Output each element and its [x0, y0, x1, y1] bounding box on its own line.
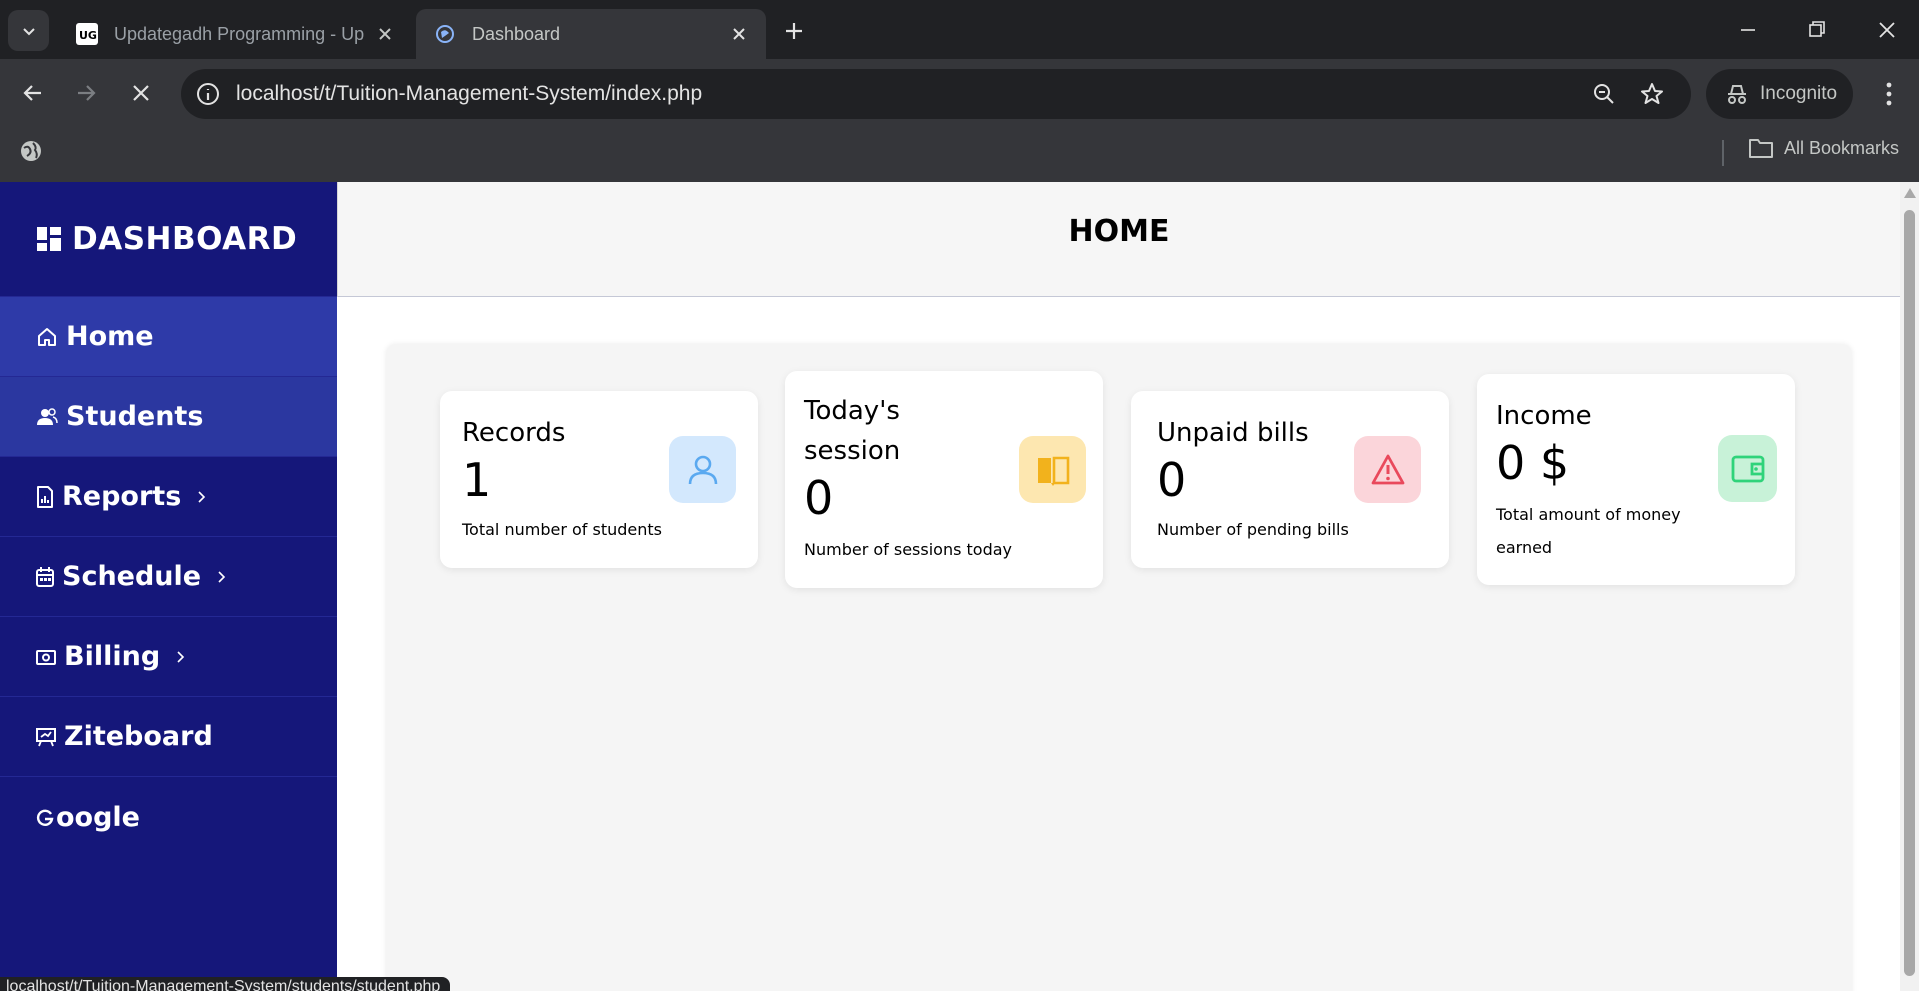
updategadh-favicon: UG	[76, 23, 98, 45]
card-title: Today's session	[804, 396, 901, 466]
card-description: Number of sessions today	[804, 540, 1013, 559]
sidebar-item-label: Billing	[64, 641, 161, 672]
forward-arrow-icon[interactable]	[72, 79, 100, 107]
close-tab-icon[interactable]	[376, 25, 394, 43]
scrollbar-thumb[interactable]	[1904, 210, 1915, 976]
folder-icon	[1749, 139, 1773, 158]
globe-icon[interactable]	[18, 138, 44, 164]
back-arrow-icon[interactable]	[19, 79, 47, 107]
sidebar-item-label: Schedule	[62, 561, 202, 592]
card-description: Number of pending bills	[1157, 520, 1349, 539]
tab-title: Updategadh Programming - Up	[114, 23, 365, 44]
all-bookmarks-label: All Bookmarks	[1784, 137, 1900, 158]
stats-panel: Records 1 Total number of students Today…	[386, 344, 1852, 991]
card-value: 0 $	[1496, 436, 1570, 490]
incognito-button[interactable]: Incognito	[1706, 69, 1853, 119]
page-viewport: DASHBOARD Home Students Reports Schedule…	[0, 182, 1919, 991]
sidebar-item-label: Students	[66, 401, 204, 432]
bookmarks-bar	[0, 129, 1919, 182]
restore-icon[interactable]	[1803, 16, 1831, 44]
money-icon	[36, 649, 56, 665]
minimize-icon[interactable]	[1734, 16, 1762, 44]
sidebar-item-schedule[interactable]: Schedule	[0, 537, 337, 617]
card-value: 0	[1157, 453, 1187, 507]
sidebar-item-students[interactable]: Students	[0, 377, 337, 457]
svg-text:UG: UG	[79, 29, 97, 42]
sidebar-item-label: Ziteboard	[64, 721, 213, 752]
incognito-icon	[1728, 85, 1746, 104]
site-info-icon[interactable]	[195, 81, 221, 107]
incognito-label: Incognito	[1760, 83, 1838, 104]
tab-title: Dashboard	[472, 23, 561, 44]
tab-updategadh[interactable]: UG Updategadh Programming - Up	[58, 9, 412, 59]
report-icon	[37, 485, 53, 508]
sidebar-item-google[interactable]: oogle	[0, 777, 337, 857]
zoom-icon[interactable]	[1591, 81, 1617, 107]
card-description: Total amount of money earned	[1496, 505, 1681, 557]
scroll-up-arrow-icon[interactable]	[1904, 188, 1916, 198]
stat-card-records[interactable]: Records 1 Total number of students	[440, 391, 758, 568]
url-text[interactable]: localhost/t/Tuition-Management-System/in…	[236, 82, 702, 106]
bookmarks-separator	[1722, 140, 1724, 166]
sidebar-item-billing[interactable]: Billing	[0, 617, 337, 697]
new-tab-icon[interactable]	[783, 20, 805, 42]
card-description: Total number of students	[462, 520, 662, 539]
sidebar-item-home[interactable]: Home	[0, 297, 337, 377]
users-icon	[37, 407, 58, 425]
calendar-icon	[36, 566, 54, 587]
book-icon	[1037, 456, 1069, 486]
card-title: Unpaid bills	[1157, 418, 1309, 448]
sidebar-item-label: Reports	[62, 481, 182, 512]
card-icon-badge	[1354, 436, 1421, 503]
sidebar-item-label: oogle	[56, 801, 140, 833]
page-title: HOME	[1068, 214, 1170, 249]
google-icon	[36, 809, 54, 826]
more-options-icon[interactable]	[1876, 79, 1902, 109]
address-bar[interactable]: localhost/t/Tuition-Management-System/in…	[181, 69, 1691, 119]
card-value: 1	[462, 453, 492, 507]
sidebar-item-reports[interactable]: Reports	[0, 457, 337, 537]
stat-card-income[interactable]: Income 0 $ Total amount of money earned	[1477, 374, 1795, 585]
tab-dashboard[interactable]: Dashboard	[416, 9, 766, 59]
close-tab-icon[interactable]	[730, 25, 748, 43]
sidebar-item-ziteboard[interactable]: Ziteboard	[0, 697, 337, 777]
stat-card-session[interactable]: Today's session 0 Number of sessions tod…	[785, 371, 1103, 588]
sidebar: DASHBOARD Home Students Reports Schedule…	[0, 182, 337, 991]
sidebar-item-label: Home	[66, 321, 154, 352]
status-url: localhost/t/Tuition-Management-System/st…	[6, 978, 441, 991]
warning-icon	[1371, 454, 1404, 484]
browser-toolbar: localhost/t/Tuition-Management-System/in…	[0, 59, 1919, 129]
user-icon	[688, 455, 717, 484]
chevron-right-icon	[218, 570, 226, 583]
tab-strip: UG Updategadh Programming - Up Dashboard	[0, 0, 1919, 59]
card-icon-badge	[1019, 436, 1086, 503]
tab-search-button[interactable]	[8, 10, 49, 51]
all-bookmarks-button[interactable]: All Bookmarks	[1748, 136, 1899, 160]
card-title: Records	[462, 418, 566, 448]
wallet-icon	[1731, 455, 1764, 482]
page-header: HOME	[337, 182, 1900, 297]
page-scrollbar[interactable]	[1900, 182, 1919, 991]
chevron-right-icon	[177, 650, 185, 663]
sidebar-brand[interactable]: DASHBOARD	[0, 182, 337, 297]
bookmark-star-icon[interactable]	[1639, 81, 1665, 107]
loading-globe-icon	[434, 23, 456, 45]
card-icon-badge	[1718, 435, 1777, 502]
home-icon	[38, 327, 56, 346]
card-title: Income	[1496, 401, 1592, 431]
card-value: 0	[804, 471, 834, 525]
chevron-down-icon	[22, 27, 35, 35]
close-window-icon[interactable]	[1873, 16, 1901, 44]
stat-card-unpaid-bills[interactable]: Unpaid bills 0 Number of pending bills	[1131, 391, 1449, 568]
link-status-bubble: localhost/t/Tuition-Management-System/st…	[0, 977, 451, 991]
card-icon-badge	[669, 436, 736, 503]
brand-title: DASHBOARD	[72, 221, 298, 257]
presentation-icon	[36, 727, 56, 746]
chevron-right-icon	[198, 490, 206, 503]
stop-loading-icon[interactable]	[127, 79, 155, 107]
dashboard-icon	[37, 227, 61, 251]
